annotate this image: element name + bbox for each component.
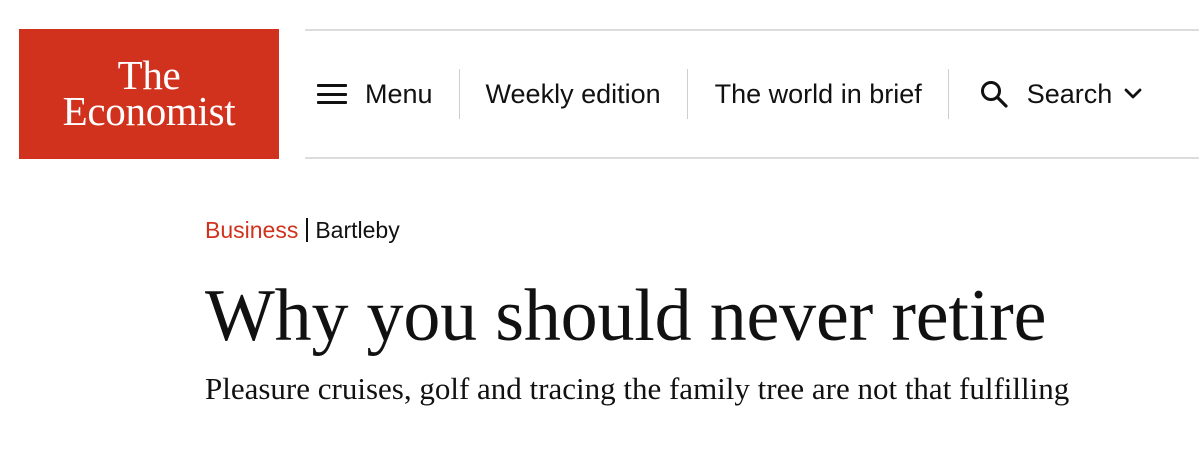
section-link[interactable]: Business [205,217,298,244]
economist-logo[interactable]: The Economist [19,29,279,159]
weekly-edition-link[interactable]: Weekly edition [460,69,687,119]
search-icon [980,81,1008,108]
article-standfirst: Pleasure cruises, golf and tracing the f… [205,371,1070,406]
world-in-brief-link[interactable]: The world in brief [688,69,948,119]
rubric-divider [306,218,309,242]
hamburger-icon [317,84,347,104]
chevron-down-icon [1124,88,1142,99]
column-link[interactable]: Bartleby [315,217,399,244]
nav-bottom-divider [305,157,1199,159]
article-headline: Why you should never retire [205,275,1047,357]
article-header: Business Bartleby Why you should never r… [205,210,1185,409]
menu-button[interactable]: Menu [305,69,459,119]
menu-label: Menu [365,78,433,109]
article-rubric: Business Bartleby [205,210,1185,250]
main-navigation: Menu Weekly edition The world in brief S… [305,31,1199,157]
search-label: Search [1026,78,1113,109]
search-button[interactable]: Search [949,69,1143,119]
logo-line-economist: Economist [62,88,236,134]
